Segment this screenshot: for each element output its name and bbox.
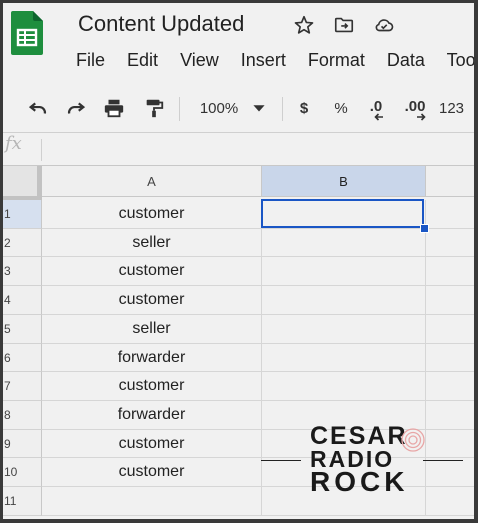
row-header[interactable]: 4 <box>3 286 42 315</box>
cell-a10[interactable]: customer <box>42 458 262 487</box>
cell-b3[interactable] <box>262 257 426 286</box>
row-header[interactable]: 3 <box>3 257 42 286</box>
row-header[interactable]: 11 <box>3 487 42 516</box>
cell-a6[interactable]: forwarder <box>42 344 262 372</box>
cell-a1[interactable]: customer <box>42 200 262 229</box>
paint-format-icon <box>146 99 164 118</box>
row-header[interactable]: 10 <box>3 458 42 487</box>
zoom-value: 100% <box>199 99 239 117</box>
cell-c8[interactable] <box>426 401 474 430</box>
cell-a5[interactable]: seller <box>42 315 262 344</box>
watermark-line-right <box>423 460 463 461</box>
cell-b5[interactable] <box>262 315 426 344</box>
cell-b6[interactable] <box>262 344 426 372</box>
percent-format-button[interactable]: % <box>330 87 352 129</box>
arrow-right-icon <box>417 113 426 121</box>
row-header[interactable]: 2 <box>3 229 42 257</box>
undo-icon <box>28 102 46 114</box>
cell-c7[interactable] <box>426 372 474 401</box>
active-cell-b1[interactable] <box>261 199 424 228</box>
print-icon <box>104 99 124 118</box>
cell-c9[interactable] <box>426 430 474 458</box>
row-header[interactable]: 5 <box>3 315 42 344</box>
cell-b2[interactable] <box>262 229 426 257</box>
menu-format[interactable]: Format <box>308 50 365 70</box>
star-icon[interactable] <box>293 14 315 36</box>
cell-c3[interactable] <box>426 257 474 286</box>
row-header[interactable]: 1 <box>3 200 42 229</box>
column-header-a[interactable]: A <box>42 166 262 197</box>
arrow-left-icon <box>374 113 383 121</box>
document-title[interactable]: Content Updated <box>78 11 244 37</box>
cell-c4[interactable] <box>426 286 474 315</box>
cell-a7[interactable]: customer <box>42 372 262 401</box>
cell-c10[interactable] <box>426 458 474 487</box>
column-header-b[interactable]: B <box>262 166 426 197</box>
fill-handle[interactable] <box>420 224 429 233</box>
formula-bar-separator <box>41 139 42 161</box>
toolbar-separator <box>179 97 180 121</box>
fx-icon: fx <box>5 133 22 154</box>
chevron-down-icon <box>253 105 265 112</box>
increase-decimal-button[interactable]: .00 <box>400 87 430 129</box>
paint-format-button[interactable] <box>139 87 169 129</box>
row-header[interactable]: 9 <box>3 430 42 458</box>
menu-view[interactable]: View <box>180 50 219 70</box>
cell-c1[interactable] <box>426 200 474 229</box>
toolbar: 100% $ % .0 .00 123 <box>3 87 474 129</box>
select-all-corner[interactable] <box>3 166 38 197</box>
row-header[interactable]: 8 <box>3 401 42 430</box>
cell-c5[interactable] <box>426 315 474 344</box>
menu-file[interactable]: File <box>76 50 105 70</box>
menu-edit[interactable]: Edit <box>127 50 158 70</box>
fingerprint-icon <box>401 428 425 452</box>
cell-a4[interactable]: customer <box>42 286 262 315</box>
undo-button[interactable] <box>23 87 53 129</box>
menu-data[interactable]: Data <box>387 50 425 70</box>
cell-c2[interactable] <box>426 229 474 257</box>
zoom-select[interactable]: 100% <box>193 87 273 129</box>
print-button[interactable] <box>99 87 129 129</box>
watermark-line-left <box>261 460 301 461</box>
row-header[interactable]: 7 <box>3 372 42 401</box>
cell-a11[interactable] <box>42 487 262 516</box>
menu-insert[interactable]: Insert <box>241 50 286 70</box>
toolbar-separator <box>282 97 283 121</box>
cell-a2[interactable]: seller <box>42 229 262 257</box>
cell-c6[interactable] <box>426 344 474 372</box>
toolbar-divider <box>3 132 474 133</box>
more-formats-button[interactable]: 123 <box>439 87 474 129</box>
cloud-saved-icon[interactable] <box>373 14 395 36</box>
cell-a8[interactable]: forwarder <box>42 401 262 430</box>
redo-icon <box>68 102 86 114</box>
row-header[interactable]: 6 <box>3 344 42 372</box>
redo-button[interactable] <box>61 87 91 129</box>
decrease-decimal-button[interactable]: .0 <box>363 87 389 129</box>
watermark-line-3: ROCK <box>310 466 409 497</box>
cell-c11[interactable] <box>426 487 474 516</box>
formula-input[interactable] <box>47 135 467 163</box>
currency-format-button[interactable]: $ <box>293 87 315 129</box>
menu-tools[interactable]: Too <box>447 50 474 70</box>
app-window: Content Updated File Edit View Insert Fo… <box>3 3 474 519</box>
cell-a3[interactable]: customer <box>42 257 262 286</box>
column-header-c[interactable] <box>426 166 474 197</box>
cell-b4[interactable] <box>262 286 426 315</box>
menu-bar: File Edit View Insert Format Data Too <box>76 50 474 71</box>
move-to-folder-icon[interactable] <box>333 14 355 36</box>
cell-b7[interactable] <box>262 372 426 401</box>
cell-a9[interactable]: customer <box>42 430 262 458</box>
sheets-logo-icon[interactable] <box>11 11 43 55</box>
